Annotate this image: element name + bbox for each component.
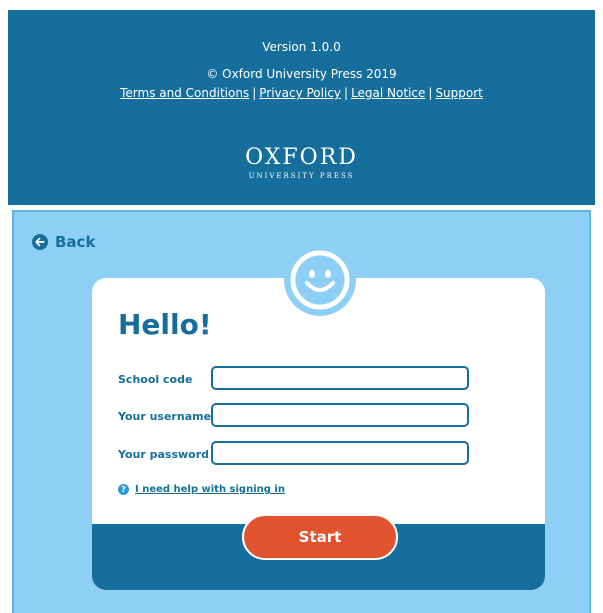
version-text: Version 1.0.0: [262, 40, 341, 54]
school-code-label: School code: [118, 373, 193, 386]
username-label: Your username: [118, 410, 212, 423]
smiley-icon: [284, 244, 356, 316]
back-arrow-icon: [32, 234, 48, 250]
privacy-link[interactable]: Privacy Policy: [259, 86, 341, 100]
password-label: Your password: [118, 448, 210, 461]
password-field[interactable]: [211, 441, 469, 465]
link-separator: |: [252, 86, 257, 100]
login-panel: Back Hello! School code Your username Yo…: [12, 210, 591, 613]
logo-subtitle: UNIVERSITY PRESS: [248, 172, 355, 180]
start-button[interactable]: Start: [242, 514, 398, 560]
help-link-row: ? I need help with signing in: [118, 484, 285, 495]
footer-links: Terms and Conditions | Privacy Policy | Lega…: [8, 86, 595, 100]
help-link[interactable]: I need help with signing in: [135, 484, 285, 495]
oxford-logo: OXFORD UNIVERSITY PRESS: [8, 145, 595, 181]
help-icon: ?: [118, 484, 129, 495]
back-label: Back: [55, 233, 96, 251]
link-separator: |: [428, 86, 433, 100]
username-field[interactable]: [211, 403, 469, 427]
link-separator: |: [344, 86, 349, 100]
terms-link[interactable]: Terms and Conditions: [120, 86, 249, 100]
greeting-title: Hello!: [118, 308, 212, 341]
legal-link[interactable]: Legal Notice: [351, 86, 425, 100]
copyright-text: © Oxford University Press 2019: [206, 67, 397, 81]
footer-band: Version 1.0.0 © Oxford University Press …: [8, 10, 595, 205]
support-link[interactable]: Support: [435, 86, 482, 100]
logo-wordmark: OXFORD: [245, 145, 358, 170]
school-code-field[interactable]: [211, 366, 469, 390]
back-button[interactable]: Back: [32, 233, 95, 251]
